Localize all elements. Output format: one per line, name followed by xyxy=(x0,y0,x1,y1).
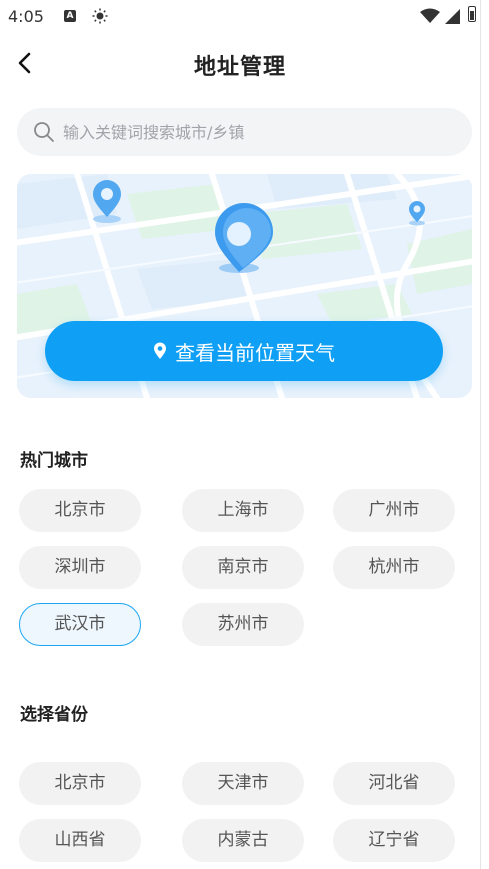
wifi-icon xyxy=(420,8,440,23)
sun-icon xyxy=(92,8,108,24)
header: 地址管理 xyxy=(0,40,480,86)
search-icon xyxy=(34,122,54,142)
hot-city-chip[interactable]: 南京市 xyxy=(182,546,304,589)
location-pin-icon xyxy=(154,342,166,359)
hot-city-chip[interactable]: 深圳市 xyxy=(19,546,141,589)
map-pin-tiny-icon xyxy=(409,201,425,226)
search-input[interactable] xyxy=(63,108,443,156)
hot-cities-title: 热门城市 xyxy=(20,451,88,471)
province-chip[interactable]: 天津市 xyxy=(182,762,304,805)
search-bar[interactable] xyxy=(17,108,472,156)
hot-city-chip[interactable]: 杭州市 xyxy=(333,546,455,589)
province-chip[interactable]: 辽宁省 xyxy=(333,819,455,862)
hot-city-chip[interactable]: 广州市 xyxy=(333,489,455,532)
hot-city-chip[interactable]: 苏州市 xyxy=(182,603,304,646)
province-chip[interactable]: 河北省 xyxy=(333,762,455,805)
province-chip[interactable]: 山西省 xyxy=(19,819,141,862)
page-title: 地址管理 xyxy=(193,55,286,80)
provinces-title: 选择省份 xyxy=(20,705,88,725)
status-time: 4:05 xyxy=(8,7,44,26)
province-chip[interactable]: 北京市 xyxy=(19,762,141,805)
accessibility-a-icon: A xyxy=(64,10,76,22)
app-screen: 4:05 A 地址管理 输入关键词搜索城市/乡镇 查看当前位置天气 热门城市 北… xyxy=(0,0,481,869)
hot-city-chip[interactable]: 上海市 xyxy=(182,489,304,532)
hot-city-chip-selected[interactable]: 武汉市 xyxy=(19,603,141,646)
map-pin-small-icon xyxy=(93,180,121,223)
hot-city-chip[interactable]: 北京市 xyxy=(19,489,141,532)
province-chip[interactable]: 内蒙古 xyxy=(182,819,304,862)
locate-current-weather-button[interactable]: 查看当前位置天气 xyxy=(45,321,443,381)
signal-icon xyxy=(445,9,460,24)
map-card: 查看当前位置天气 xyxy=(17,174,472,398)
locate-button-label: 查看当前位置天气 xyxy=(175,340,335,365)
status-bar: 4:05 A xyxy=(0,0,480,34)
battery-icon xyxy=(468,6,476,22)
